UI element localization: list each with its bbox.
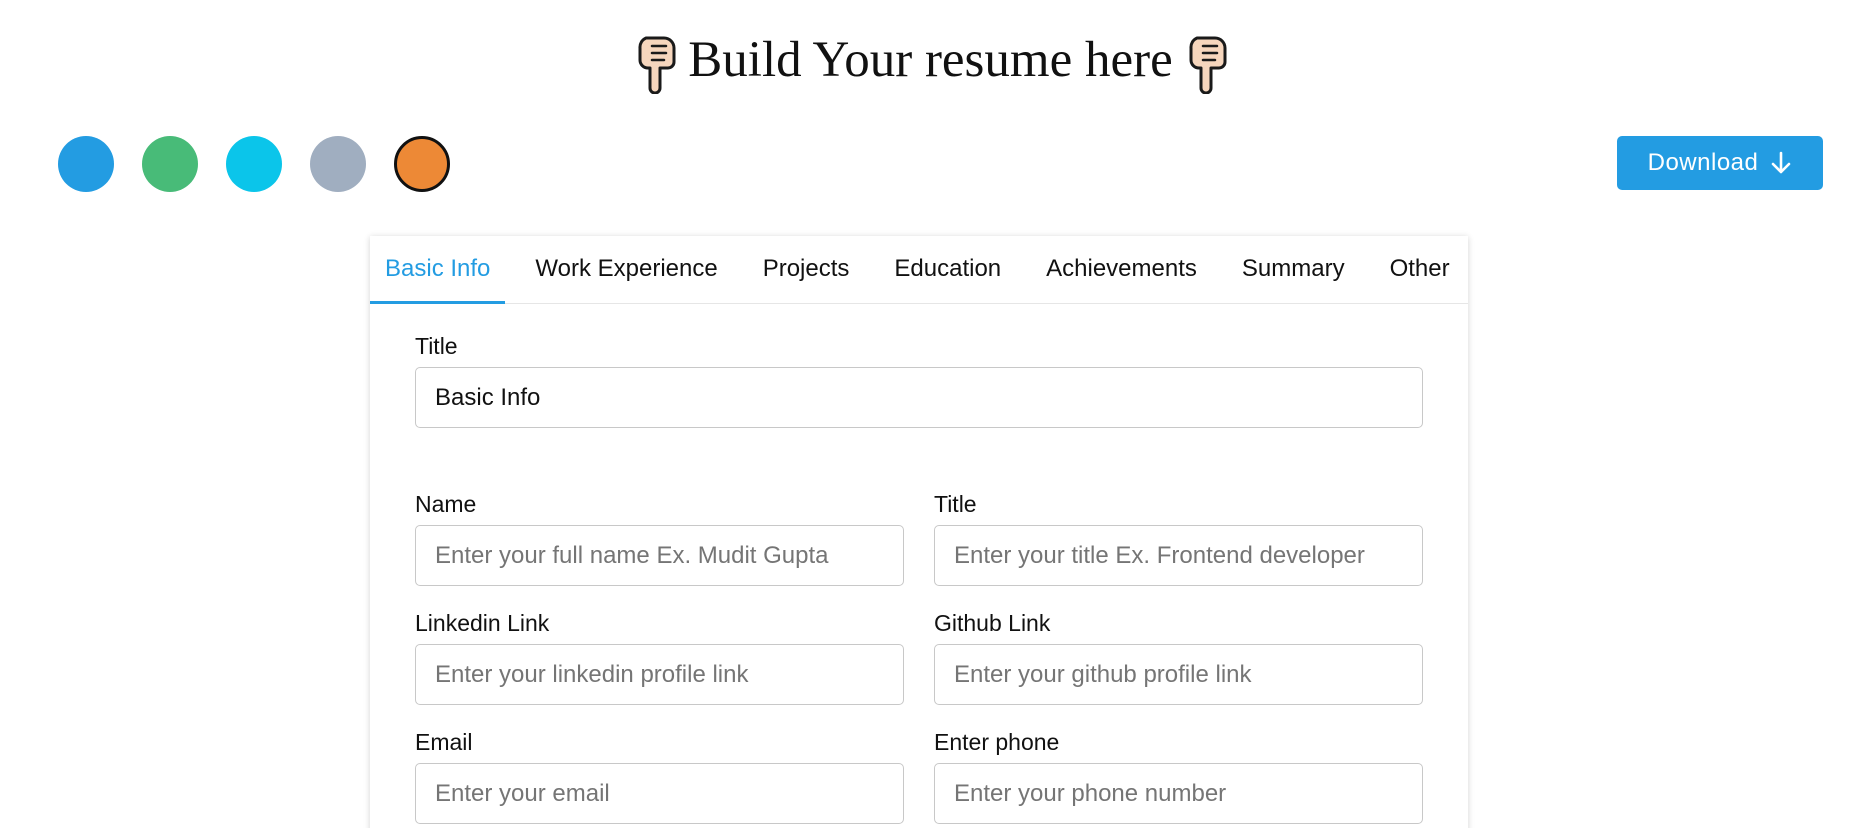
color-swatch-cyan[interactable] xyxy=(226,136,282,192)
title-label: Title xyxy=(934,491,977,517)
color-swatch-orange[interactable] xyxy=(394,136,450,192)
tab-summary[interactable]: Summary xyxy=(1227,236,1360,304)
section-title-input[interactable] xyxy=(415,367,1423,428)
tab-other[interactable]: Other xyxy=(1375,236,1465,304)
arrow-down-icon xyxy=(1770,151,1792,175)
github-label: Github Link xyxy=(934,610,1051,636)
color-swatch-green[interactable] xyxy=(142,136,198,192)
download-button[interactable]: Download xyxy=(1617,136,1823,190)
section-tabs: Basic Info Work Experience Projects Educ… xyxy=(370,236,1468,304)
resume-builder-page: Build Your resume here Download Basic In… xyxy=(0,0,1861,828)
name-input[interactable] xyxy=(415,525,904,586)
tab-basic-info[interactable]: Basic Info xyxy=(370,236,506,304)
linkedin-input[interactable] xyxy=(415,644,904,705)
editor-card: Basic Info Work Experience Projects Educ… xyxy=(370,236,1468,828)
pointing-down-hand-icon xyxy=(1183,34,1229,95)
section-title-field: Title xyxy=(415,332,1423,428)
tab-achievements[interactable]: Achievements xyxy=(1031,236,1212,304)
github-input[interactable] xyxy=(934,644,1423,705)
color-swatch-blue[interactable] xyxy=(58,136,114,192)
github-field: Github Link xyxy=(934,609,1423,705)
tab-work-experience[interactable]: Work Experience xyxy=(520,236,732,304)
name-label: Name xyxy=(415,491,477,517)
phone-field: Enter phone xyxy=(934,728,1423,824)
email-label: Email xyxy=(415,729,473,755)
linkedin-label: Linkedin Link xyxy=(415,610,550,636)
email-field: Email xyxy=(415,728,904,824)
phone-input[interactable] xyxy=(934,763,1423,824)
title-field: Title xyxy=(934,490,1423,586)
download-button-label: Download xyxy=(1647,149,1759,176)
page-heading: Build Your resume here xyxy=(0,28,1861,95)
section-title-label: Title xyxy=(415,333,458,359)
pointing-down-hand-icon xyxy=(632,34,678,95)
page-title: Build Your resume here xyxy=(688,32,1173,88)
linkedin-field: Linkedin Link xyxy=(415,609,904,705)
color-swatch-gray[interactable] xyxy=(310,136,366,192)
tab-education[interactable]: Education xyxy=(879,236,1016,304)
phone-label: Enter phone xyxy=(934,729,1060,755)
name-field: Name xyxy=(415,490,904,586)
title-input[interactable] xyxy=(934,525,1423,586)
color-picker xyxy=(58,136,450,192)
email-input[interactable] xyxy=(415,763,904,824)
tab-projects[interactable]: Projects xyxy=(748,236,865,304)
